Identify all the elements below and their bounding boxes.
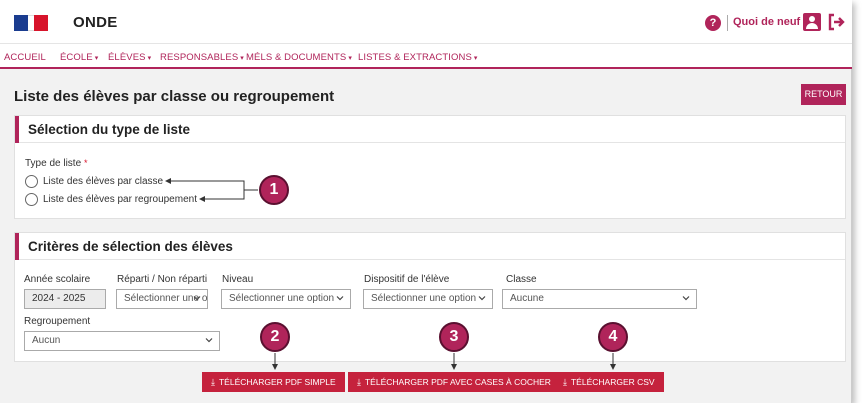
callout-badge: 3 (439, 322, 469, 352)
page-frame: ONDE ? Quoi de neuf ACCUEIL ÉCOLE ▾ ÉLÈVE… (0, 0, 852, 403)
callout-badge: 2 (260, 322, 290, 352)
callout-badge: 4 (598, 322, 628, 352)
callout-badge: 1 (259, 175, 289, 205)
callout-arrows (165, 178, 616, 370)
